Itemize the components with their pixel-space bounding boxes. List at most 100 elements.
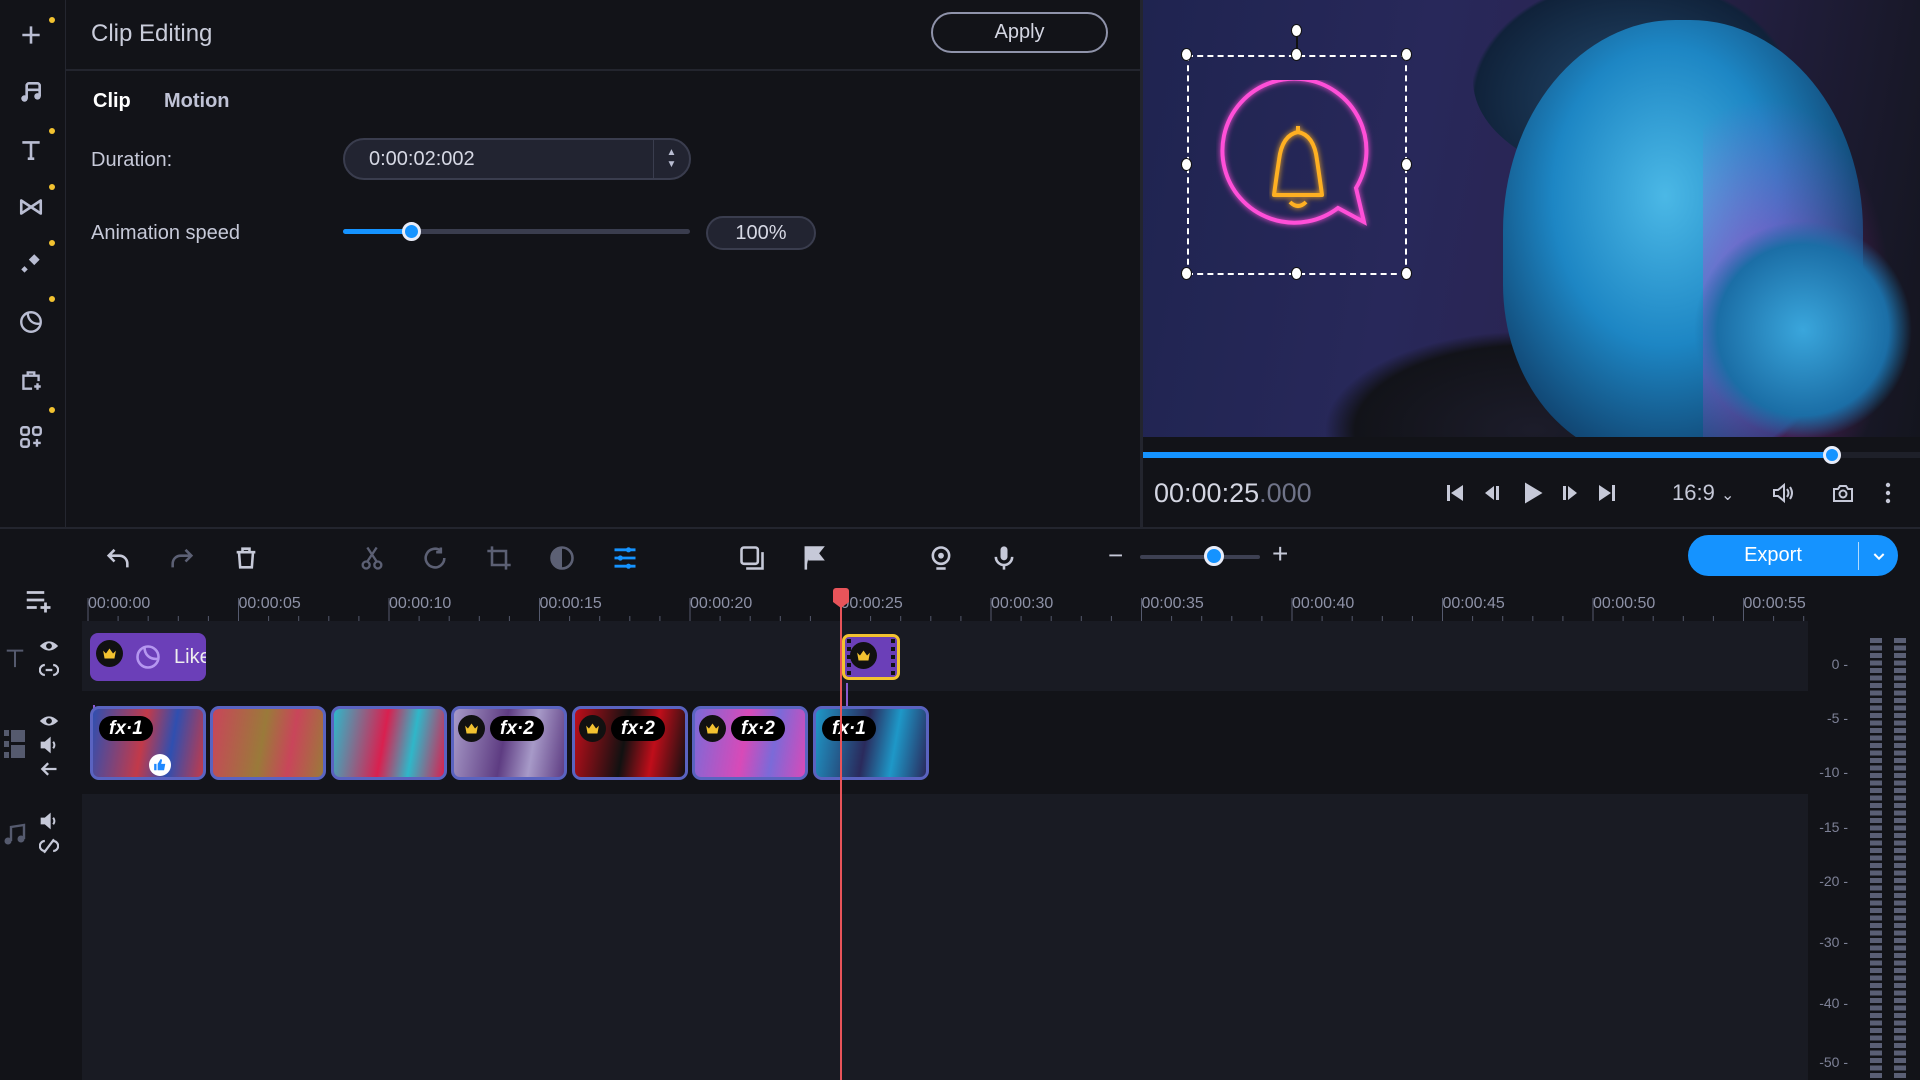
speaker-icon[interactable] bbox=[37, 735, 61, 755]
color-adjust-button[interactable] bbox=[545, 541, 579, 575]
export-options-dropdown[interactable] bbox=[1859, 548, 1898, 564]
apply-button[interactable]: Apply bbox=[931, 12, 1108, 53]
rotate-button[interactable] bbox=[418, 541, 452, 575]
zoom-in-button[interactable]: + bbox=[1272, 538, 1288, 570]
export-button[interactable]: Export bbox=[1688, 535, 1898, 576]
sidebar-item-add-media[interactable] bbox=[14, 18, 48, 52]
delete-button[interactable] bbox=[229, 541, 263, 575]
resize-handle[interactable] bbox=[1401, 48, 1412, 61]
timeline-ruler[interactable]: 00:00:00 00:00:05 00:00:10 00:00:15 00:00:20… bbox=[82, 588, 1807, 621]
meter-db-label: -15 - bbox=[1819, 819, 1848, 835]
effects-count-badge[interactable]: fx·2 bbox=[611, 716, 665, 741]
animation-speed-slider-thumb[interactable] bbox=[402, 222, 422, 241]
duration-stepper[interactable]: ▲ ▼ bbox=[653, 140, 689, 178]
meter-db-label: -30 - bbox=[1819, 934, 1848, 950]
sidebar-item-transitions[interactable] bbox=[14, 190, 48, 224]
duration-value[interactable]: 0:00:02:002 bbox=[369, 148, 653, 171]
playback-progress-thumb[interactable] bbox=[1823, 446, 1842, 464]
effects-count-badge[interactable]: fx·2 bbox=[490, 716, 544, 741]
video-clip[interactable]: fx·1 bbox=[90, 706, 206, 780]
ruler-label: 00:00:00 bbox=[88, 595, 150, 612]
sidebar-item-stickers[interactable] bbox=[14, 305, 48, 339]
unlink-icon[interactable] bbox=[37, 836, 61, 856]
sidebar-item-store[interactable] bbox=[14, 363, 48, 397]
zoom-out-button[interactable]: − bbox=[1108, 540, 1123, 571]
undo-button[interactable] bbox=[101, 541, 135, 575]
sidebar-item-more-tools[interactable] bbox=[14, 420, 48, 454]
skip-to-start-button[interactable] bbox=[1440, 478, 1470, 508]
snapshot-button[interactable] bbox=[1828, 478, 1858, 508]
sidebar-item-music[interactable] bbox=[14, 75, 48, 109]
eye-icon[interactable] bbox=[37, 636, 61, 656]
speaker-icon[interactable] bbox=[37, 811, 61, 831]
text-track-icon bbox=[4, 643, 26, 673]
resize-handle[interactable] bbox=[1181, 158, 1192, 171]
redo-button[interactable] bbox=[165, 541, 199, 575]
skip-to-end-button[interactable] bbox=[1592, 478, 1622, 508]
previous-frame-button[interactable] bbox=[1477, 478, 1507, 508]
video-preview[interactable] bbox=[1143, 0, 1920, 437]
video-clip[interactable] bbox=[331, 706, 447, 780]
sticker-clip-like[interactable]: Like bbox=[90, 633, 206, 681]
audio-track-icon bbox=[2, 819, 28, 849]
video-clip[interactable]: fx·2 bbox=[451, 706, 567, 780]
voice-record-button[interactable] bbox=[987, 541, 1021, 575]
panel-title: Clip Editing bbox=[91, 20, 213, 47]
marker-button[interactable] bbox=[797, 541, 831, 575]
trim-handle[interactable] bbox=[847, 639, 851, 675]
link-icon[interactable] bbox=[37, 660, 61, 680]
timeline-zoom-slider[interactable] bbox=[1140, 555, 1260, 559]
video-clip[interactable] bbox=[210, 706, 326, 780]
aspect-ratio-dropdown[interactable]: 16:9 ⌄ bbox=[1672, 480, 1734, 506]
effects-count-badge[interactable]: fx·1 bbox=[99, 716, 153, 741]
step-down-icon[interactable]: ▼ bbox=[667, 159, 677, 171]
resize-handle[interactable] bbox=[1401, 267, 1412, 280]
selection-box[interactable] bbox=[1187, 55, 1407, 275]
more-options-button[interactable] bbox=[1873, 478, 1903, 508]
crop-button[interactable] bbox=[482, 541, 516, 575]
resize-handle[interactable] bbox=[1291, 48, 1302, 61]
video-clip[interactable]: fx·2 bbox=[692, 706, 808, 780]
text-track[interactable] bbox=[82, 621, 1808, 691]
animation-speed-value[interactable]: 100% bbox=[706, 216, 816, 250]
eye-icon[interactable] bbox=[37, 711, 61, 731]
rotate-handle[interactable] bbox=[1291, 24, 1302, 37]
tab-clip[interactable]: Clip bbox=[93, 90, 131, 113]
duration-field[interactable]: 0:00:02:002 ▲ ▼ bbox=[343, 138, 691, 180]
webcam-record-button[interactable] bbox=[924, 541, 958, 575]
microphone-icon bbox=[994, 546, 1014, 570]
contrast-icon bbox=[550, 546, 574, 570]
previous-frame-icon bbox=[1485, 486, 1499, 500]
play-button[interactable] bbox=[1515, 478, 1549, 508]
volume-button[interactable] bbox=[1768, 478, 1798, 508]
effects-count-badge[interactable]: fx·1 bbox=[822, 716, 876, 741]
add-track-button[interactable] bbox=[20, 585, 56, 615]
resize-handle[interactable] bbox=[1401, 158, 1412, 171]
horizontal-splitter[interactable] bbox=[0, 527, 1920, 529]
clip-properties-button[interactable] bbox=[608, 541, 642, 575]
effects-count-badge[interactable]: fx·2 bbox=[731, 716, 785, 741]
sidebar-item-titles[interactable] bbox=[14, 133, 48, 167]
resize-handle[interactable] bbox=[1181, 267, 1192, 280]
video-clip[interactable]: fx·1 bbox=[813, 706, 929, 780]
video-clip[interactable]: fx·2 bbox=[572, 706, 688, 780]
cut-button[interactable] bbox=[355, 541, 389, 575]
step-up-icon[interactable]: ▲ bbox=[667, 147, 677, 159]
new-badge-dot bbox=[49, 240, 55, 246]
timecode-ms: .000 bbox=[1259, 478, 1312, 508]
export-label[interactable]: Export bbox=[1688, 544, 1858, 567]
resize-handle[interactable] bbox=[1291, 267, 1302, 280]
overlay-button[interactable] bbox=[735, 541, 769, 575]
arrow-left-icon[interactable] bbox=[37, 759, 61, 779]
trim-handle[interactable] bbox=[891, 639, 895, 675]
timeline-zoom-thumb[interactable] bbox=[1204, 546, 1225, 566]
meter-channel-right bbox=[1894, 638, 1906, 1080]
tab-motion[interactable]: Motion bbox=[164, 90, 230, 113]
sidebar-item-effects[interactable] bbox=[14, 247, 48, 281]
overlay-icon bbox=[740, 546, 764, 570]
sticker-clip-selected[interactable] bbox=[842, 634, 900, 680]
ruler-label: 00:00:15 bbox=[540, 595, 602, 612]
resize-handle[interactable] bbox=[1181, 48, 1192, 61]
next-frame-button[interactable] bbox=[1555, 478, 1585, 508]
new-badge-dot bbox=[49, 17, 55, 23]
